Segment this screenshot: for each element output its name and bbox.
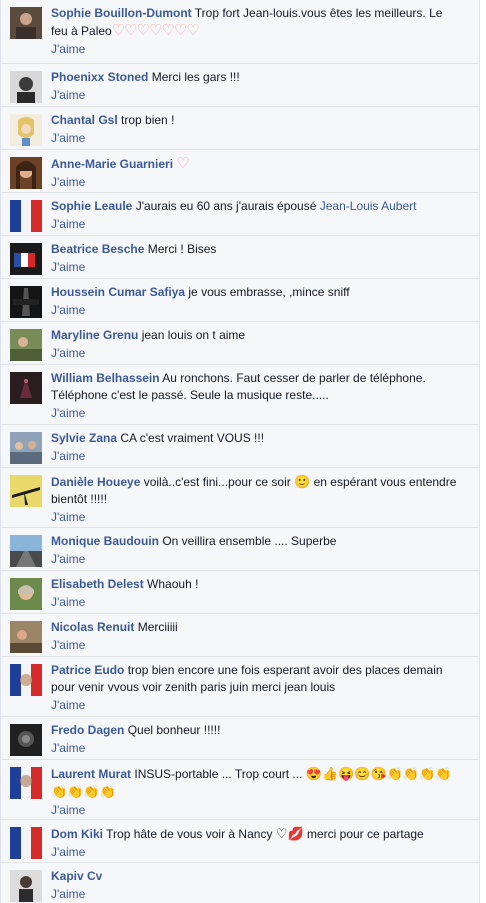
comment-author[interactable]: William Belhassein <box>51 371 160 385</box>
comment-text: J'aurais eu 60 ans j'aurais épousé <box>135 199 317 213</box>
comment-feed: Sophie Bouillon-Dumont Trop fort Jean-lo… <box>0 0 480 903</box>
comment-text: Quel bonheur !!!!! <box>127 723 221 737</box>
like-link[interactable]: J'aime <box>51 844 461 861</box>
avatar[interactable] <box>10 475 42 507</box>
comment-item: Sylvie Zana CA c'est vraiment VOUS !!! J… <box>1 425 479 468</box>
comment-item: Dom Kiki Trop hâte de vous voir à Nancy … <box>1 820 479 863</box>
avatar[interactable] <box>10 114 42 146</box>
smile-emoji-icon: 🙂 <box>294 474 311 489</box>
comment-author[interactable]: Sylvie Zana <box>51 431 117 445</box>
comment-item: Monique Baudouin On veillira ensemble ..… <box>1 528 479 571</box>
comment-item: Fredo Dagen Quel bonheur !!!!! J'aime <box>1 717 479 760</box>
comment-author[interactable]: Laurent Murat <box>51 767 131 781</box>
like-link[interactable]: J'aime <box>51 448 461 465</box>
comment-author[interactable]: Elisabeth Delest <box>51 577 144 591</box>
comment-author[interactable]: Patrice Eudo <box>51 663 124 677</box>
avatar[interactable] <box>10 664 42 696</box>
comment-text: Merci les gars !!! <box>151 70 240 84</box>
like-link[interactable]: J'aime <box>51 174 461 191</box>
comment-text: CA c'est vraiment VOUS !!! <box>120 431 265 445</box>
like-link[interactable]: J'aime <box>51 594 461 611</box>
comment-author[interactable]: Danièle Houeye <box>51 475 140 489</box>
like-link[interactable]: J'aime <box>51 551 461 568</box>
like-link[interactable]: J'aime <box>51 740 461 757</box>
avatar[interactable] <box>10 7 42 39</box>
comment-author[interactable]: Houssein Cumar Safiya <box>51 285 185 299</box>
comment-item: Houssein Cumar Safiya je vous embrasse, … <box>1 279 479 322</box>
comment-item: Danièle Houeye voilà..c'est fini...pour … <box>1 468 479 528</box>
avatar[interactable] <box>10 243 42 275</box>
like-link[interactable]: J'aime <box>51 87 461 104</box>
comment-text: Merci ! Bises <box>147 242 217 256</box>
like-link[interactable]: J'aime <box>51 216 461 233</box>
avatar[interactable] <box>10 724 42 756</box>
avatar[interactable] <box>10 200 42 232</box>
comment-author[interactable]: Kapiv Cv <box>51 869 102 883</box>
avatar[interactable] <box>10 157 42 189</box>
like-link[interactable]: J'aime <box>51 509 461 526</box>
heart-kiss-emoji-icon: ♡💋 <box>275 826 304 841</box>
comment-author[interactable]: Dom Kiki <box>51 827 103 841</box>
like-link[interactable]: J'aime <box>51 345 461 362</box>
comment-text: Trop hâte de vous voir à Nancy <box>106 827 273 841</box>
like-link[interactable]: J'aime <box>51 130 461 147</box>
comment-item: Sophie Leaule J'aurais eu 60 ans j'aurai… <box>1 193 479 236</box>
comment-text: INSUS-portable ... Trop court ... <box>134 767 303 781</box>
comment-author[interactable]: Sophie Bouillon-Dumont <box>51 6 192 20</box>
avatar[interactable] <box>10 286 42 318</box>
comment-item: William Belhassein Au ronchons. Faut ces… <box>1 365 479 425</box>
comment-item: Patrice Eudo trop bien encore une fois e… <box>1 657 479 717</box>
avatar[interactable] <box>10 578 42 610</box>
comment-author[interactable]: Maryline Grenu <box>51 328 138 342</box>
comment-item: Elisabeth Delest Whaouh ! J'aime <box>1 571 479 614</box>
heart-emoji-icon: ♡ <box>176 155 190 172</box>
comment-item: Maryline Grenu jean louis on t aime J'ai… <box>1 322 479 365</box>
comment-author[interactable]: Monique Baudouin <box>51 534 159 548</box>
avatar[interactable] <box>10 827 42 859</box>
avatar[interactable] <box>10 432 42 464</box>
comment-item: Anne-Marie Guarnieri ♡ J'aime <box>1 150 479 193</box>
like-link[interactable]: J'aime <box>51 637 461 654</box>
avatar[interactable] <box>10 71 42 103</box>
comment-text: Whaouh ! <box>147 577 199 591</box>
comment-text: Merciiiii <box>137 620 178 634</box>
like-link[interactable]: J'aime <box>51 259 461 276</box>
comment-item: Kapiv Cv J'aime <box>1 863 479 903</box>
avatar[interactable] <box>10 329 42 361</box>
like-link[interactable]: J'aime <box>51 697 461 714</box>
comment-text: trop bien ! <box>121 113 175 127</box>
mention-link[interactable]: Jean-Louis Aubert <box>320 199 417 213</box>
comment-item: Beatrice Besche Merci ! Bises J'aime <box>1 236 479 279</box>
heart-emoji-icon: ♡♡♡♡♡♡♡ <box>111 22 200 39</box>
comment-author[interactable]: Anne-Marie Guarnieri <box>51 157 173 171</box>
like-link[interactable]: J'aime <box>51 886 461 903</box>
comment-item: Nicolas Renuit Merciiiii J'aime <box>1 614 479 657</box>
comment-author[interactable]: Chantal Gsl <box>51 113 118 127</box>
avatar[interactable] <box>10 621 42 653</box>
comment-author[interactable]: Fredo Dagen <box>51 723 124 737</box>
comment-item: Sophie Bouillon-Dumont Trop fort Jean-lo… <box>1 0 479 64</box>
comment-text: je vous embrasse, ,mince sniff <box>188 285 350 299</box>
like-link[interactable]: J'aime <box>51 302 461 319</box>
comment-author[interactable]: Beatrice Besche <box>51 242 144 256</box>
avatar[interactable] <box>10 372 42 404</box>
avatar[interactable] <box>10 767 42 799</box>
comment-author[interactable]: Nicolas Renuit <box>51 620 134 634</box>
like-link[interactable]: J'aime <box>51 41 461 58</box>
comment-item: Chantal Gsl trop bien ! J'aime <box>1 107 479 150</box>
comment-text-continued: merci pour ce partage <box>306 827 424 841</box>
like-link[interactable]: J'aime <box>51 405 461 422</box>
comment-item: Laurent Murat INSUS-portable ... Trop co… <box>1 760 479 820</box>
like-link[interactable]: J'aime <box>51 802 461 819</box>
comment-text: On veillira ensemble .... Superbe <box>162 534 337 548</box>
avatar[interactable] <box>10 870 42 902</box>
comment-text: voilà..c'est fini...pour ce soir <box>143 475 291 489</box>
comment-author[interactable]: Phoenixx Stoned <box>51 70 148 84</box>
avatar[interactable] <box>10 535 42 567</box>
comment-item: Phoenixx Stoned Merci les gars !!! J'aim… <box>1 64 479 107</box>
comment-author[interactable]: Sophie Leaule <box>51 199 132 213</box>
comment-text: jean louis on t aime <box>141 328 246 342</box>
